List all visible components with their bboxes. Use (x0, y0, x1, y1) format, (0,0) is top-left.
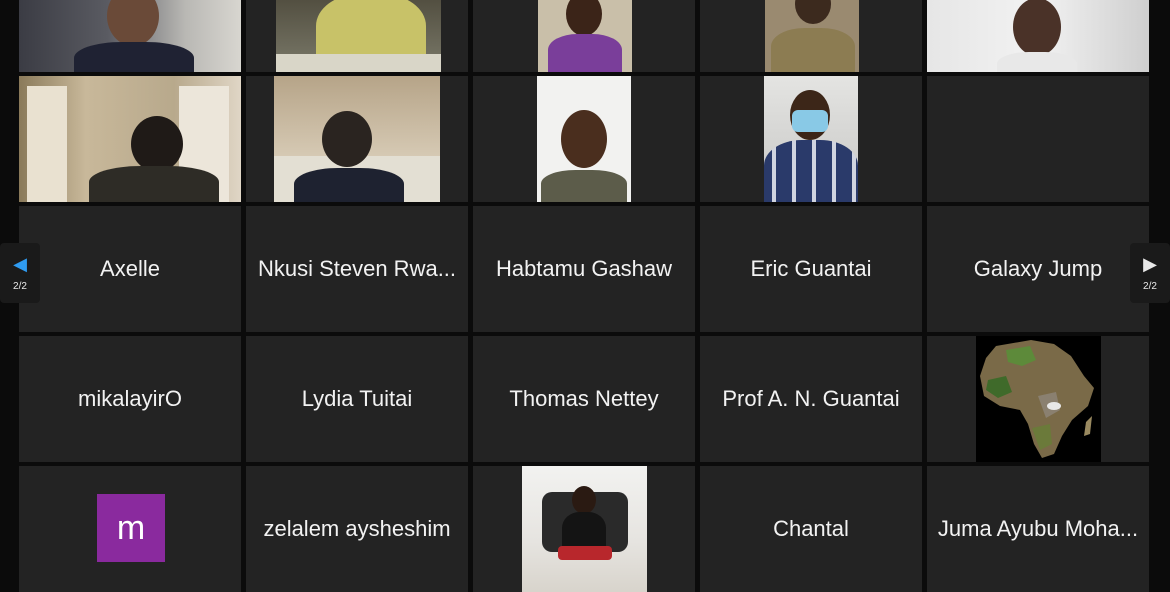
participant-tile-empty (927, 76, 1149, 202)
participant-name: Axelle (100, 256, 160, 281)
prev-page-button[interactable]: ◀ 2/2 (0, 243, 40, 303)
participant-tile[interactable]: Juma Ayubu Moha... (927, 466, 1149, 592)
video-feed (927, 0, 1149, 72)
participant-tile-video[interactable] (927, 0, 1149, 72)
participant-tile-video[interactable] (19, 76, 241, 202)
participant-name: Eric Guantai (750, 256, 872, 281)
participant-tile-video[interactable] (473, 0, 695, 72)
video-feed (765, 0, 859, 72)
video-feed (19, 76, 241, 202)
chevron-left-icon: ◀ (13, 253, 27, 274)
participant-name: Lydia Tuitai (301, 386, 413, 411)
participant-tile[interactable]: Prof A. N. Guantai (700, 336, 922, 462)
participant-name: mikalayirO (78, 386, 182, 411)
video-feed (764, 76, 858, 202)
participant-tile[interactable]: m (19, 466, 241, 592)
video-feed (19, 0, 241, 72)
participant-tile[interactable]: Chantal (700, 466, 922, 592)
avatar: m (97, 494, 165, 562)
participant-tile[interactable]: mikalayirO (19, 336, 241, 462)
page-indicator: 2/2 (1143, 280, 1157, 292)
participant-tile-profile-image[interactable] (473, 466, 695, 592)
video-feed (276, 0, 441, 72)
participant-name: zelalem aysheshim (263, 516, 451, 541)
video-feed (537, 76, 631, 202)
participant-tile[interactable]: Lydia Tuitai (246, 336, 468, 462)
page-indicator: 2/2 (13, 280, 27, 292)
video-feed (274, 76, 440, 202)
chevron-right-icon: ▶ (1143, 253, 1157, 274)
participant-tile[interactable]: Habtamu Gashaw (473, 206, 695, 332)
participant-tile-video[interactable] (246, 76, 468, 202)
video-feed (538, 0, 632, 72)
participant-tile-video[interactable] (473, 76, 695, 202)
participant-tile-video[interactable] (19, 0, 241, 72)
participant-tile-video[interactable] (246, 0, 468, 72)
participant-tile[interactable]: Axelle (19, 206, 241, 332)
gallery-grid: Axelle Nkusi Steven Rwa... Habtamu Gasha… (19, 0, 1149, 592)
participant-tile[interactable]: Galaxy Jump (927, 206, 1149, 332)
next-page-button[interactable]: ▶ 2/2 (1130, 243, 1170, 303)
participant-name: Chantal (773, 516, 849, 541)
participant-name: Nkusi Steven Rwa... (257, 256, 457, 281)
participant-tile-video[interactable] (700, 76, 922, 202)
participant-tile[interactable]: Thomas Nettey (473, 336, 695, 462)
participant-name: Juma Ayubu Moha... (937, 516, 1139, 541)
participant-name: Prof A. N. Guantai (722, 386, 900, 411)
participant-tile[interactable]: Nkusi Steven Rwa... (246, 206, 468, 332)
participant-tile[interactable]: Eric Guantai (700, 206, 922, 332)
africa-map-image (976, 336, 1101, 462)
profile-photo (522, 466, 647, 592)
participant-tile[interactable]: zelalem aysheshim (246, 466, 468, 592)
participant-name: Galaxy Jump (973, 256, 1103, 281)
participant-name: Thomas Nettey (509, 386, 659, 411)
participant-tile-video[interactable] (700, 0, 922, 72)
participant-tile-profile-image[interactable] (927, 336, 1149, 462)
participant-name: Habtamu Gashaw (495, 256, 673, 281)
